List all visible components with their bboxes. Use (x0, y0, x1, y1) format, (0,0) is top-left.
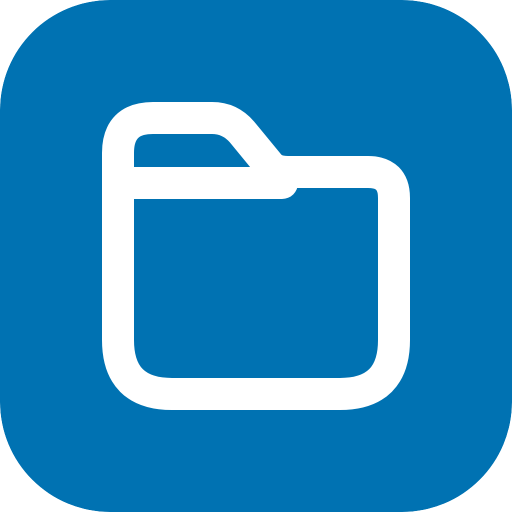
app-icon-background (0, 0, 512, 512)
folder-icon-svg (0, 0, 512, 512)
files-app-icon[interactable] (0, 0, 512, 512)
